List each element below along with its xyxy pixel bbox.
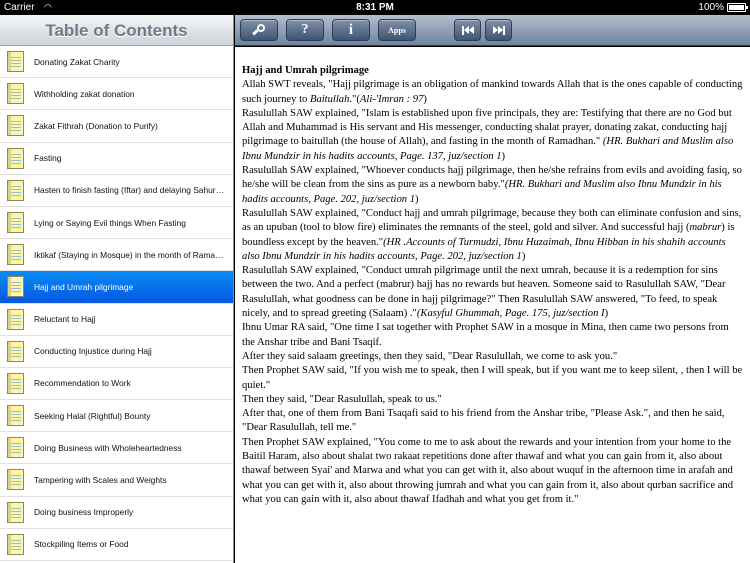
toc-item-label: Lying or Saying Evil things When Fasting (34, 217, 186, 228)
toc-item[interactable]: Withholding zakat donation (0, 78, 233, 111)
paragraph-text: ) (423, 93, 427, 105)
status-bar: Carrier ◠ 8:31 PM 100% (0, 0, 750, 15)
paragraph-text: Rasulullah SAW explained, "Conduct hajj … (242, 207, 742, 234)
paragraph-text: Then Prophet SAW explained, "You come to… (242, 436, 734, 505)
article-paragraph: Rasulullah SAW explained, "Whoever condu… (242, 164, 744, 207)
toc-item-label: Recommendation to Work (34, 378, 131, 389)
notepad-icon (7, 501, 24, 523)
toc-item[interactable]: Seeking Halal (Rightful) Bounty (0, 400, 233, 433)
article-paragraph: Then they said, "Dear Rasulullah, speak … (242, 393, 744, 407)
citation-text: (Kasyful Ghummah, Page. 175, juz/section… (416, 308, 605, 320)
article-content: Hajj and Umrah pilgrimage Allah SWT reve… (235, 47, 750, 563)
article-paragraph: After that, one of them from Bani Tsaqaf… (242, 407, 744, 436)
toc-item[interactable]: Hasten to finish fasting (Iftar) and del… (0, 175, 233, 207)
paragraph-text: ."( (349, 93, 360, 105)
notepad-icon (7, 244, 24, 266)
paragraph-text: After that, one of them from Bani Tsaqaf… (242, 408, 725, 434)
toc-item[interactable]: Hajj and Umrah pilgrimage (0, 271, 233, 304)
table-of-contents-sidebar: Table of Contents Donating Zakat Charity… (0, 15, 234, 563)
article-paragraph: Allah SWT reveals, "Hajj pilgrimage is a… (242, 78, 744, 107)
toc-item-label: Seeking Halal (Rightful) Bounty (34, 410, 151, 421)
paragraph-text: ) (501, 150, 506, 162)
paragraph-text: ) (521, 250, 526, 262)
toc-item-label: Fasting (34, 153, 62, 164)
article-paragraph: After they said salaam greetings, then t… (242, 350, 744, 364)
toc-item[interactable]: Conducting Injustice during Hajj (0, 336, 233, 368)
search-button[interactable] (240, 19, 278, 41)
notepad-icon (7, 276, 24, 298)
toc-item-label: Donating Zakat Charity (34, 56, 120, 67)
paragraph-text: Then they said, "Dear Rasulullah, speak … (242, 393, 442, 405)
toc-item[interactable]: Lying or Saying Evil things When Fasting (0, 207, 233, 240)
notepad-icon (7, 405, 24, 427)
article-paragraph: Then Prophet SAW explained, "You come to… (242, 436, 744, 507)
notepad-icon (7, 308, 24, 330)
toc-item[interactable]: Iktikaf (Staying in Mosque) in the month… (0, 239, 233, 272)
citation-text: mabrur (689, 222, 722, 234)
notepad-icon (7, 179, 24, 201)
toc-item[interactable]: Fasting (0, 143, 233, 175)
paragraph-text: ) (415, 193, 419, 205)
toc-item[interactable]: Reluctant to Hajj (0, 304, 233, 336)
notepad-icon (7, 147, 24, 169)
article-title: Hajj and Umrah pilgrimage (242, 65, 369, 76)
notepad-icon (7, 51, 24, 72)
paragraph-text: After they said salaam greetings, then t… (242, 350, 618, 362)
toc-item[interactable]: Tampering with Scales and Weights (0, 464, 233, 497)
toc-item-label: Doing Business with Wholeheartedness (34, 442, 182, 453)
paragraph-text: ) (604, 308, 609, 320)
info-button[interactable]: i (332, 19, 370, 41)
notepad-icon (7, 211, 24, 233)
toc-item-label: Withholding zakat donation (34, 88, 135, 99)
previous-chapter-button[interactable] (454, 19, 481, 41)
toc-item[interactable]: Zakat Fithrah (Donation to Purify) (0, 110, 233, 143)
toc-item-label: Hajj and Umrah pilgrimage (34, 281, 134, 292)
sidebar-title: Table of Contents (0, 15, 233, 46)
toc-item[interactable]: Stockpiling Items or Food (0, 529, 233, 561)
toc-item-label: Conducting Injustice during Hajj (34, 346, 152, 357)
notepad-icon (7, 115, 24, 137)
notepad-icon (7, 533, 24, 555)
article-paragraph: Rasulullah SAW explained, "Conduct hajj … (242, 207, 744, 264)
next-chapter-button[interactable] (485, 19, 512, 41)
article-paragraph: Rasulullah SAW explained, "Islam is esta… (242, 107, 744, 164)
toc-item-label: Tampering with Scales and Weights (34, 475, 167, 486)
paragraph-text: Then Prophet SAW said, "If you wish me t… (242, 365, 743, 391)
skip-forward-icon (492, 25, 505, 35)
citation-text: Ali-'Imran : 97 (359, 93, 424, 105)
toc-item[interactable]: Donating Zakat Charity (0, 46, 233, 79)
notepad-icon (7, 469, 24, 491)
toc-item[interactable]: Recommendation to Work (0, 368, 233, 401)
toc-item-label: Iktikaf (Staying in Mosque) in the month… (34, 249, 226, 260)
status-time: 8:31 PM (356, 2, 394, 13)
notepad-icon (7, 340, 24, 362)
article-paragraph: Ibnu Umar RA said, "One time I sat toget… (242, 321, 744, 350)
notepad-icon (7, 83, 24, 105)
toc-item-label: Doing business Improperly (34, 507, 134, 518)
citation-text: Baitullah (309, 93, 350, 105)
article-paragraph: Rasulullah SAW explained, "Conduct umrah… (242, 264, 744, 321)
article-paragraph: Then Prophet SAW said, "If you wish me t… (242, 364, 744, 393)
article-body: Allah SWT reveals, "Hajj pilgrimage is a… (242, 78, 744, 507)
battery-percent: 100% (698, 2, 724, 13)
toc-item[interactable]: Doing Business with Wholeheartedness (0, 432, 233, 465)
toc-item-label: Zakat Fithrah (Donation to Purify) (34, 120, 158, 131)
paragraph-text: Ibnu Umar RA said, "One time I sat toget… (242, 322, 729, 348)
toc-item-label: Stockpiling Items or Food (34, 539, 129, 550)
magnifier-icon (252, 24, 265, 36)
apps-button[interactable]: Apps (378, 19, 416, 41)
battery-icon (727, 3, 748, 12)
toc-item[interactable]: Doing business Improperly (0, 497, 233, 529)
toc-list: Donating Zakat Charity Withholding zakat … (0, 46, 233, 561)
toc-item-label: Reluctant to Hajj (34, 314, 96, 325)
toc-item-label: Hasten to finish fasting (Iftar) and del… (34, 185, 226, 196)
help-button[interactable]: ? (286, 19, 324, 41)
toolbar: ? i Apps (235, 15, 750, 46)
notepad-icon (7, 372, 24, 394)
notepad-icon (7, 437, 24, 459)
skip-back-icon (461, 25, 474, 35)
